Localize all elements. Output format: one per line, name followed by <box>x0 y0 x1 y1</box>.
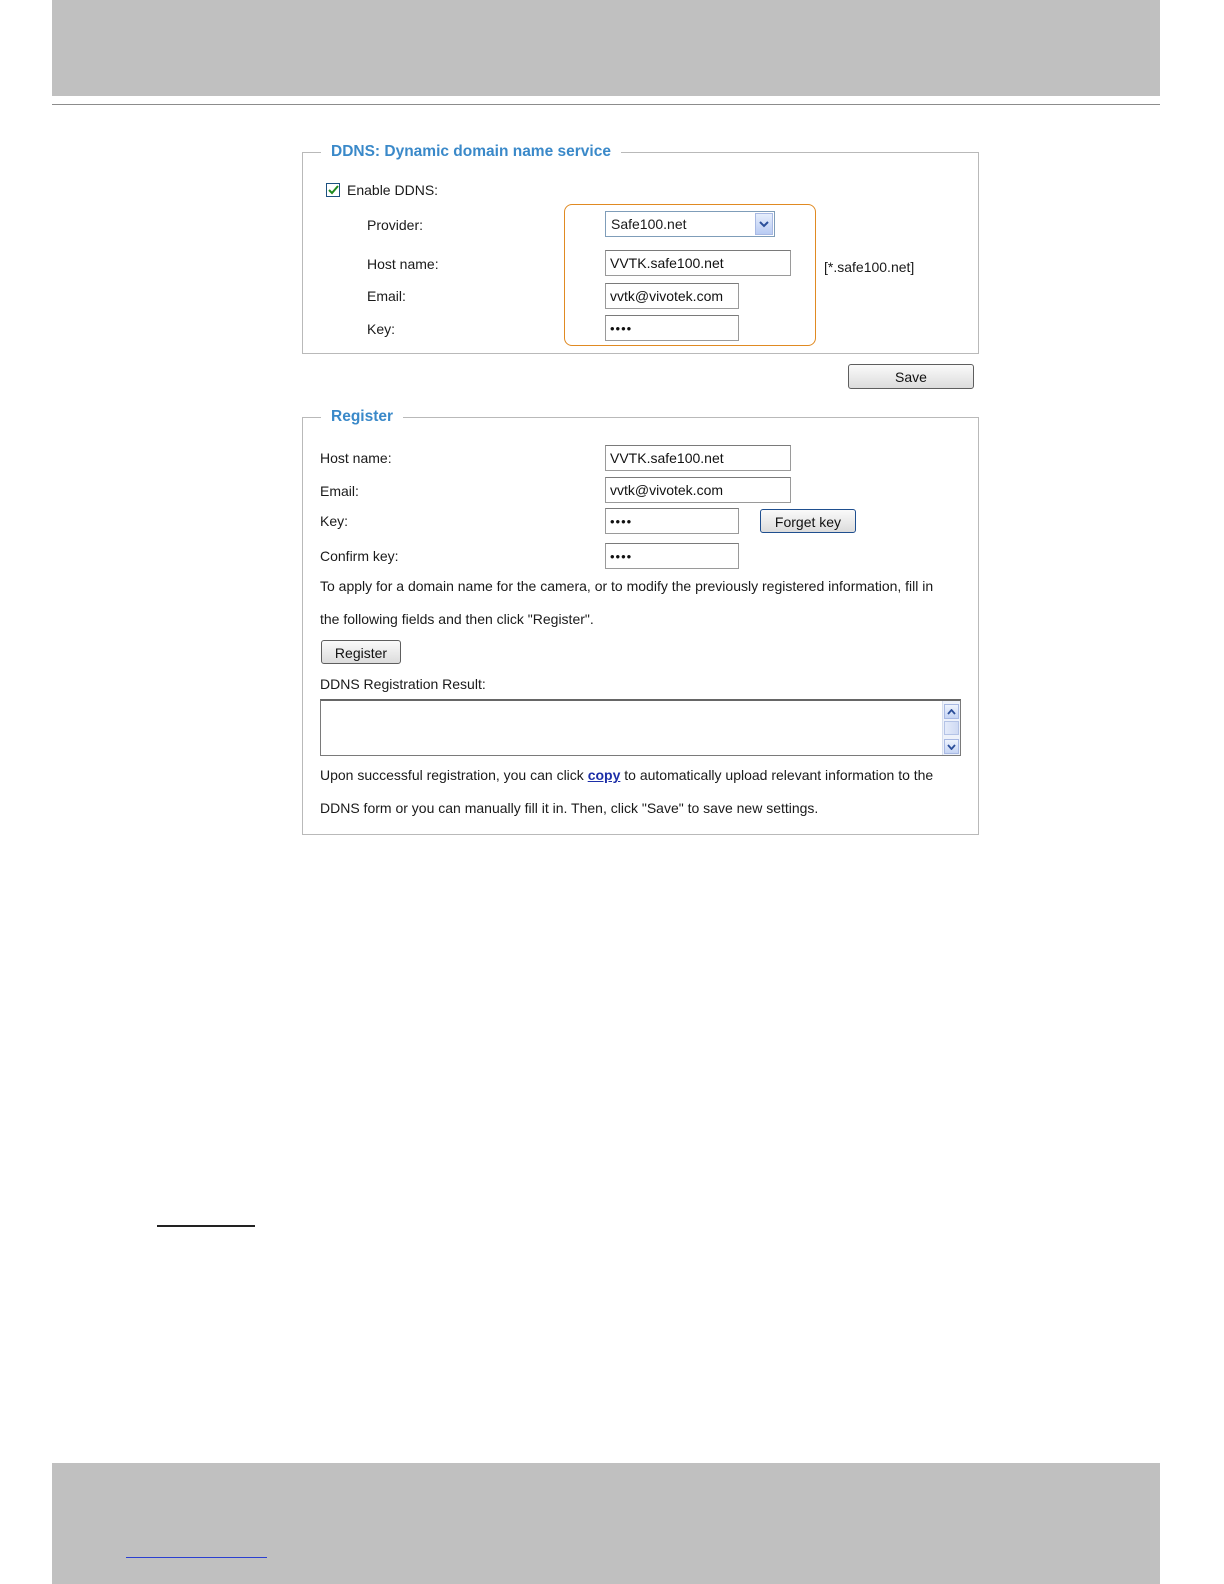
forget-key-button[interactable]: Forget key <box>760 509 856 533</box>
scroll-thumb[interactable] <box>944 721 959 735</box>
register-instructions-line2: the following fields and then click "Reg… <box>320 611 594 627</box>
copy-link[interactable]: copy <box>588 767 621 783</box>
section-rule <box>157 1225 255 1227</box>
result-label: DDNS Registration Result: <box>320 676 486 692</box>
provider-select[interactable]: Safe100.net <box>605 211 775 237</box>
chevron-down-icon[interactable] <box>755 213 773 235</box>
host-name-suffix: [*.safe100.net] <box>824 259 915 275</box>
register-email-input[interactable] <box>605 477 791 503</box>
copy-note-prefix: Upon successful registration, you can cl… <box>320 767 588 783</box>
ddns-title: DDNS: Dynamic domain name service <box>331 143 611 160</box>
enable-ddns-checkbox[interactable] <box>326 183 340 197</box>
key-label: Key: <box>367 321 396 337</box>
register-instructions-line1: To apply for a domain name for the camer… <box>320 578 934 594</box>
result-scrollbar[interactable] <box>942 701 960 755</box>
confirm-key-label: Confirm key: <box>320 548 399 564</box>
provider-value: Safe100.net <box>611 216 687 232</box>
footer-link-underline <box>126 1557 267 1558</box>
register-title: Register <box>331 408 394 425</box>
email-label: Email: <box>367 288 406 304</box>
save-button[interactable]: Save <box>848 364 974 389</box>
provider-label: Provider: <box>367 217 424 233</box>
register-host-name-input[interactable] <box>605 445 791 471</box>
checkmark-icon <box>327 185 339 195</box>
register-email-label: Email: <box>320 483 359 499</box>
key-input[interactable] <box>605 315 739 341</box>
scroll-up-icon[interactable] <box>944 704 959 719</box>
host-name-input[interactable] <box>605 250 791 276</box>
copy-note-line2: DDNS form or you can manually fill it in… <box>320 800 819 816</box>
result-textarea[interactable] <box>320 699 961 756</box>
register-key-label: Key: <box>320 513 349 529</box>
host-name-label: Host name: <box>367 256 439 272</box>
copy-note-line1: Upon successful registration, you can cl… <box>320 767 933 783</box>
confirm-key-input[interactable] <box>605 543 739 569</box>
header-band <box>52 0 1160 96</box>
footer-band <box>52 1463 1160 1584</box>
scroll-down-icon[interactable] <box>944 739 959 754</box>
email-input[interactable] <box>605 283 739 309</box>
copy-note-suffix: to automatically upload relevant informa… <box>620 767 934 783</box>
header-rule <box>52 104 1160 105</box>
register-button[interactable]: Register <box>321 640 401 664</box>
register-host-name-label: Host name: <box>320 450 392 466</box>
enable-ddns-label: Enable DDNS: <box>347 182 439 198</box>
register-key-input[interactable] <box>605 508 739 534</box>
